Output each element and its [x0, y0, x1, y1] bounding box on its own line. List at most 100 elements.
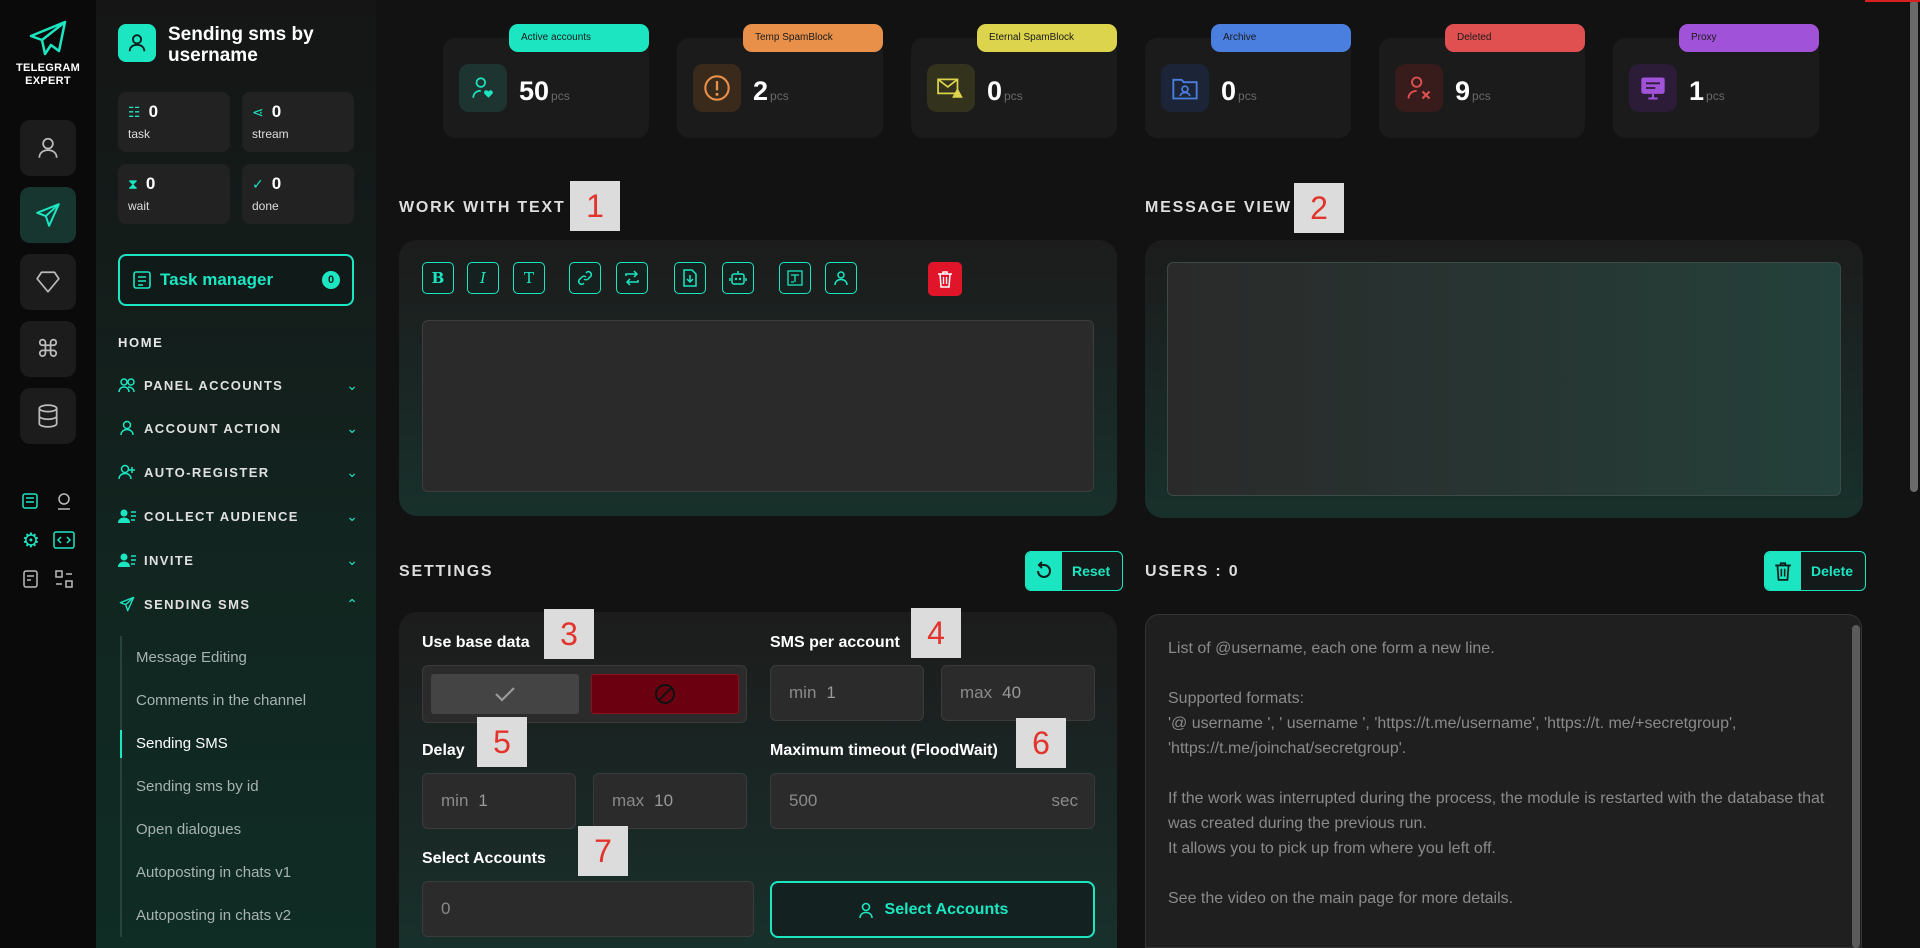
nav-section-label: ACCOUNT ACTION [144, 420, 282, 436]
nav-auto-register[interactable]: AUTO-REGISTER ⌄ [118, 461, 358, 483]
link-icon [577, 270, 593, 286]
reset-button[interactable]: Reset [1025, 551, 1124, 591]
app-logo[interactable]: TELEGRAM EXPERT [0, 20, 96, 88]
max-timeout-label: Maximum timeout (FloodWait) [770, 742, 998, 759]
rail-database-button[interactable] [20, 388, 76, 444]
italic-button[interactable]: I [467, 262, 499, 294]
sub-item-autoposting-v2[interactable]: Autoposting in chats v2 [122, 894, 376, 937]
insert-username-button[interactable] [825, 262, 857, 294]
code-icon[interactable] [52, 528, 76, 552]
input-prefix: min [789, 683, 817, 702]
card-eternal-spamblock[interactable]: Eternal SpamBlock 0 pcs [911, 24, 1117, 138]
sub-item-autoposting-v1[interactable]: Autoposting in chats v1 [122, 851, 376, 894]
card-temp-spamblock[interactable]: Temp SpamBlock 2 pcs [677, 24, 883, 138]
stat-task: ☷ 0 task [118, 92, 230, 152]
card-number: 2 [753, 76, 769, 106]
sub-item-comments-channel[interactable]: Comments in the channel [122, 679, 376, 722]
sub-item-sending-sms[interactable]: Sending SMS [120, 722, 376, 765]
rail-accounts-button[interactable] [20, 120, 76, 176]
nav-invite[interactable]: INVITE ⌄ [118, 549, 358, 571]
delay-max-input[interactable]: max 10 [593, 773, 747, 829]
use-base-data-yes[interactable] [431, 674, 579, 714]
left-rail: TELEGRAM EXPERT ⌘ ⚙ [0, 0, 96, 948]
sub-item-message-editing[interactable]: Message Editing [122, 636, 376, 679]
stat-label: done [252, 199, 279, 213]
app-window: TELEGRAM EXPERT ⌘ ⚙ Sending sms by usern… [0, 0, 1920, 948]
card-archive[interactable]: Archive 0 pcs [1145, 24, 1351, 138]
sidebar-title-text: Sending sms by username [168, 24, 314, 66]
marker-4: 4 [911, 608, 961, 658]
delete-users-button[interactable]: Delete [1764, 551, 1867, 591]
link-button[interactable] [569, 262, 601, 294]
input-unit: sec [1051, 791, 1078, 810]
card-unit: pcs [1706, 89, 1725, 103]
card-deleted[interactable]: Deleted 9 pcs [1379, 24, 1585, 138]
tasks-list-icon[interactable] [19, 489, 43, 513]
selected-accounts-count[interactable]: 0 [422, 881, 754, 937]
nav-home[interactable]: HOME [118, 335, 163, 350]
check-circle-icon: ✓ [252, 175, 264, 192]
chevron-down-icon: ⌄ [346, 463, 358, 480]
message-textarea[interactable] [422, 320, 1094, 492]
marker-3: 3 [544, 609, 594, 659]
import-file-button[interactable] [674, 262, 706, 294]
card-active-accounts[interactable]: Active accounts 50 pcs [443, 24, 649, 138]
max-timeout-input[interactable]: 500 sec [770, 773, 1095, 829]
marker-5: 5 [477, 717, 527, 767]
nav-panel-accounts[interactable]: PANEL ACCOUNTS ⌄ [118, 374, 358, 396]
telegram-logo-icon [29, 20, 67, 56]
sub-item-open-dialogues[interactable]: Open dialogues [122, 808, 376, 851]
card-number: 9 [1455, 76, 1471, 106]
text-format-button[interactable] [779, 262, 811, 294]
task-list-icon: ☷ [128, 103, 141, 120]
sms-max-input[interactable]: max 40 [941, 665, 1095, 721]
marker-1: 1 [570, 181, 620, 231]
bot-button[interactable] [722, 262, 754, 294]
sub-item-sending-sms-by-id[interactable]: Sending sms by id [122, 765, 376, 808]
nav-section-label: COLLECT AUDIENCE [144, 508, 299, 524]
spin-text-button[interactable] [616, 262, 648, 294]
nav-account-action[interactable]: ACCOUNT ACTION ⌄ [118, 417, 358, 439]
delay-min-input[interactable]: min 1 [422, 773, 576, 829]
card-value: 0 pcs [1221, 76, 1257, 107]
delay-label: Delay [422, 742, 465, 759]
database-icon [38, 404, 58, 428]
brand-line-2: EXPERT [25, 75, 71, 87]
card-proxy[interactable]: Proxy 1 pcs [1613, 24, 1819, 138]
card-number: 50 [519, 76, 550, 106]
rail-send-button[interactable] [20, 187, 76, 243]
use-base-data-label: Use base data [422, 634, 530, 651]
select-accounts-button[interactable]: Select Accounts [770, 881, 1095, 938]
text-align-icon [787, 270, 803, 286]
clear-text-button[interactable] [928, 262, 962, 296]
message-view-title: MESSAGE VIEW [1145, 199, 1292, 216]
support-icon[interactable] [52, 489, 76, 513]
bold-button[interactable]: B [422, 262, 454, 294]
ban-icon [655, 684, 675, 704]
card-unit: pcs [1004, 89, 1023, 103]
card-value: 1 pcs [1689, 76, 1725, 107]
input-prefix: max [960, 683, 993, 702]
users-scrollbar[interactable] [1852, 625, 1860, 948]
card-label: Eternal SpamBlock [977, 24, 1117, 52]
users-icon [118, 378, 135, 393]
stat-done: ✓ 0 done [242, 164, 354, 224]
sms-min-input[interactable]: min 1 [770, 665, 924, 721]
task-manager-button[interactable]: Task manager 0 [118, 254, 354, 306]
grid-edit-icon[interactable] [52, 567, 76, 591]
rail-command-button[interactable]: ⌘ [20, 321, 76, 377]
card-value: 9 pcs [1455, 76, 1491, 107]
settings-gear-icon[interactable]: ⚙ [19, 528, 43, 552]
page-scrollbar[interactable] [1910, 0, 1918, 492]
card-unit: pcs [1238, 89, 1257, 103]
card-number: 0 [987, 76, 1003, 106]
mail-warning-icon [927, 64, 975, 112]
use-base-data-no[interactable] [591, 674, 739, 714]
hourglass-icon: ⧗ [128, 175, 138, 192]
rail-premium-button[interactable] [20, 254, 76, 310]
checklist-icon[interactable] [19, 567, 43, 591]
stat-stream: ⋖ 0 stream [242, 92, 354, 152]
text-button[interactable]: T [513, 262, 545, 294]
nav-sending-sms[interactable]: SENDING SMS ⌃ [118, 593, 358, 615]
nav-collect-audience[interactable]: COLLECT AUDIENCE ⌄ [118, 505, 358, 527]
